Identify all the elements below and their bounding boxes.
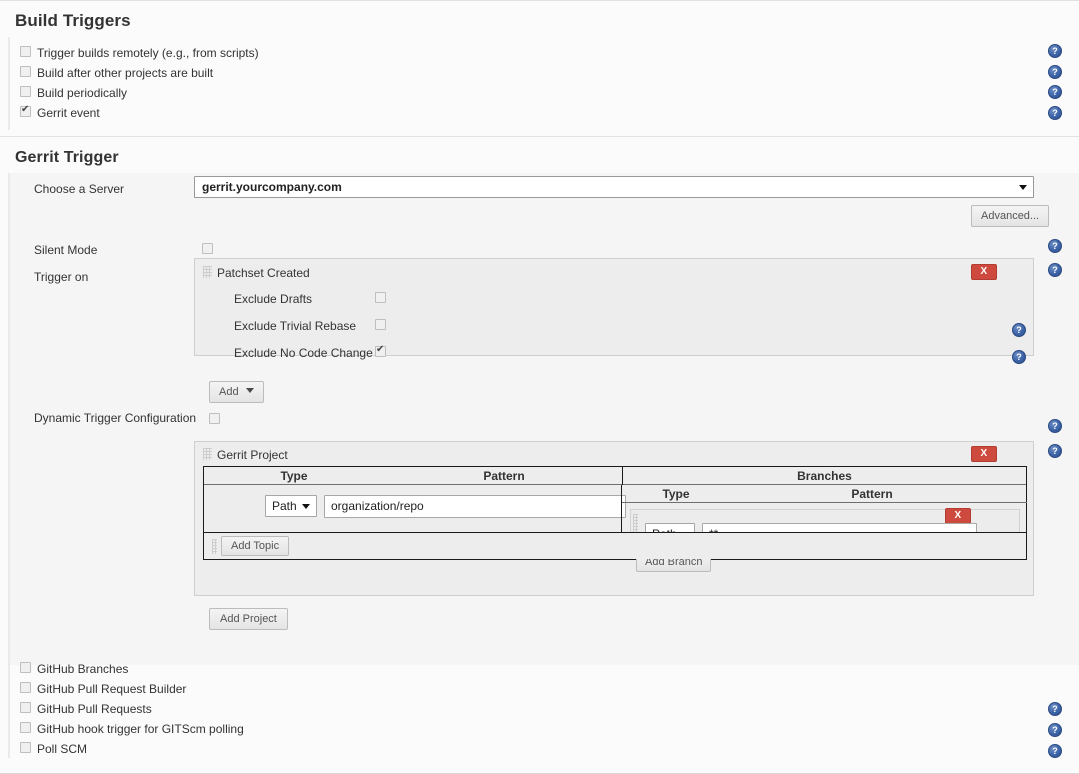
- silent-mode-label: Silent Mode: [34, 243, 98, 257]
- build-triggers-page: Build Triggers Trigger builds remotely (…: [0, 0, 1079, 774]
- column-header-type: Type: [280, 469, 308, 483]
- add-topic-button[interactable]: Add Topic: [221, 536, 290, 556]
- gerrit-project-table: Type Pattern Branches Path organization/…: [203, 466, 1027, 572]
- help-icon-trigger-remote[interactable]: [1048, 44, 1062, 58]
- branch-column-header-type: Type: [662, 487, 690, 501]
- exclude-drafts-label: Exclude Drafts: [234, 292, 313, 306]
- trigger-option-label: GitHub Branches: [37, 661, 129, 676]
- checkbox-github-pull-requests[interactable]: [20, 702, 31, 713]
- help-icon-extra[interactable]: [1048, 744, 1062, 758]
- help-icon-build-after-projects[interactable]: [1048, 65, 1062, 79]
- exclude-no-code-change-label: Exclude No Code Change: [234, 346, 373, 360]
- checkbox-exclude-drafts[interactable]: [375, 292, 386, 303]
- drag-handle-icon[interactable]: [212, 539, 217, 554]
- trigger-option-github-pull-requests[interactable]: GitHub Pull Requests: [20, 698, 1048, 718]
- checkbox-dynamic-trigger[interactable]: [209, 413, 220, 424]
- gerrit-project-panel: Gerrit Project X Type Pattern Branches P…: [194, 441, 1034, 596]
- trigger-option-label: Poll SCM: [37, 741, 88, 756]
- help-icon-gerrit-event[interactable]: [1048, 106, 1062, 120]
- trigger-option-label: Gerrit event: [37, 105, 100, 120]
- branches-table-head: Type Pattern: [622, 485, 1027, 503]
- checkbox-exclude-trivial-rebase[interactable]: [375, 319, 386, 330]
- add-button-label: Add: [219, 386, 239, 398]
- trigger-on-label: Trigger on: [34, 270, 89, 284]
- checkbox-silent-mode[interactable]: [202, 243, 213, 254]
- gerrit-trigger-body: Choose a Server gerrit.yourcompany.com A…: [8, 173, 1079, 665]
- checkbox-poll-scm[interactable]: [20, 742, 31, 753]
- trigger-option-github-branches[interactable]: GitHub Branches: [20, 658, 1048, 678]
- project-type-value: Path: [272, 499, 297, 513]
- checkbox-exclude-no-code-change[interactable]: [375, 343, 386, 357]
- gerrit-trigger-heading: Gerrit Trigger: [0, 136, 1079, 173]
- delete-gerrit-project-button[interactable]: X: [971, 446, 997, 462]
- checkbox-build-after-projects[interactable]: [20, 66, 31, 77]
- chevron-down-icon: [1019, 185, 1027, 190]
- build-triggers-heading: Build Triggers: [15, 11, 131, 30]
- trigger-option-github-hook[interactable]: GitHub hook trigger for GITScm polling: [20, 718, 1048, 738]
- drag-handle-icon[interactable]: [203, 448, 212, 460]
- trigger-option-label: GitHub hook trigger for GITScm polling: [37, 721, 244, 736]
- build-triggers-list: Trigger builds remotely (e.g., from scri…: [8, 37, 1079, 130]
- trigger-option-remote[interactable]: Trigger builds remotely (e.g., from scri…: [10, 42, 1079, 62]
- help-icon-exclude-no-code-change[interactable]: [1012, 350, 1026, 364]
- chevron-down-icon: [245, 388, 254, 393]
- advanced-button[interactable]: Advanced...: [971, 205, 1050, 227]
- dynamic-trigger-label: Dynamic Trigger Configuration: [34, 411, 197, 425]
- trigger-option-label: GitHub Pull Requests: [37, 701, 152, 716]
- checkbox-gerrit-event[interactable]: [20, 103, 31, 117]
- choose-server-label: Choose a Server: [34, 182, 125, 196]
- gerrit-project-title: Gerrit Project: [217, 448, 288, 462]
- help-icon-github-hook[interactable]: [1048, 702, 1062, 716]
- trigger-option-periodically[interactable]: Build periodically: [10, 82, 1079, 102]
- help-icon-trigger-on[interactable]: [1048, 263, 1062, 277]
- trigger-option-label: Build periodically: [37, 85, 128, 100]
- trigger-option-after-projects[interactable]: Build after other projects are built: [10, 62, 1079, 82]
- choose-server-select[interactable]: gerrit.yourcompany.com: [194, 176, 1034, 198]
- add-trigger-event-button[interactable]: Add: [209, 381, 264, 403]
- trigger-option-github-pr-builder[interactable]: GitHub Pull Request Builder: [20, 678, 1048, 698]
- add-project-button[interactable]: Add Project: [209, 608, 288, 630]
- patchset-created-title: Patchset Created: [217, 266, 310, 280]
- delete-patchset-created-button[interactable]: X: [971, 264, 997, 280]
- column-header-pattern: Pattern: [483, 469, 525, 483]
- exclude-trivial-rebase-label: Exclude Trivial Rebase: [234, 319, 357, 333]
- column-header-branches: Branches: [622, 467, 1026, 485]
- trigger-option-label: Build after other projects are built: [37, 65, 214, 80]
- gerrit-project-table-footer: Add Topic: [204, 532, 1026, 559]
- project-pattern-input[interactable]: organization/repo: [324, 495, 626, 518]
- checkbox-build-periodically[interactable]: [20, 86, 31, 97]
- gerrit-project-table-head: Type Pattern Branches: [204, 467, 1026, 485]
- trigger-option-poll-scm[interactable]: Poll SCM: [20, 738, 1048, 758]
- help-icon-gerrit-project[interactable]: [1048, 444, 1062, 458]
- project-type-select[interactable]: Path: [265, 495, 317, 517]
- help-icon-silent-mode[interactable]: [1048, 239, 1062, 253]
- delete-branch-button[interactable]: X: [945, 508, 971, 524]
- chevron-down-icon: [302, 504, 310, 509]
- trigger-option-label: GitHub Pull Request Builder: [37, 681, 187, 696]
- choose-server-value: gerrit.yourcompany.com: [202, 180, 342, 194]
- help-icon-poll-scm[interactable]: [1048, 723, 1062, 737]
- trigger-option-gerrit-event[interactable]: Gerrit event: [10, 102, 1079, 122]
- branch-column-header-pattern: Pattern: [851, 487, 893, 501]
- bottom-triggers-list: GitHub Branches GitHub Pull Request Buil…: [8, 658, 1048, 758]
- help-icon-build-periodically[interactable]: [1048, 85, 1062, 99]
- checkbox-github-pr-builder[interactable]: [20, 682, 31, 693]
- help-icon-dynamic-trigger[interactable]: [1048, 419, 1062, 433]
- checkbox-github-hook[interactable]: [20, 722, 31, 733]
- trigger-option-label: Trigger builds remotely (e.g., from scri…: [37, 45, 259, 60]
- patchset-created-panel: Patchset Created X Exclude Drafts Exclud…: [194, 258, 1034, 360]
- checkbox-trigger-remote[interactable]: [20, 46, 31, 57]
- checkbox-github-branches[interactable]: [20, 662, 31, 673]
- help-icon-exclude-trivial-rebase[interactable]: [1012, 323, 1026, 337]
- drag-handle-icon[interactable]: [203, 266, 212, 278]
